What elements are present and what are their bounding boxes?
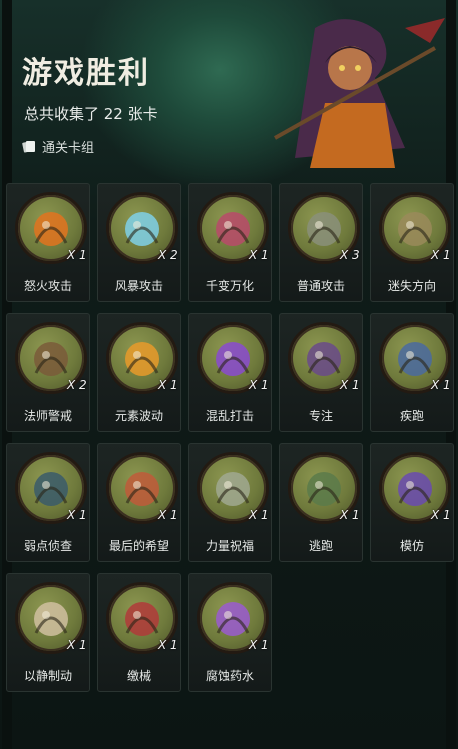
- card-count: X 1: [67, 638, 87, 652]
- deck-label: 通关卡组: [42, 141, 95, 156]
- card-name: 千变万化: [205, 279, 254, 293]
- card-count: X 1: [158, 378, 178, 392]
- card-count: X 1: [158, 638, 178, 652]
- card-name: 模仿: [399, 539, 424, 553]
- skill-card[interactable]: X 2 风暴攻击: [97, 183, 181, 302]
- skill-card[interactable]: X 2 法师警戒: [6, 313, 90, 432]
- cards-collected-summary: 总共收集了 22 张卡: [24, 105, 158, 123]
- card-count: X 1: [431, 508, 451, 522]
- skill-card[interactable]: X 1 以静制动: [6, 573, 90, 692]
- page-title: 游戏胜利: [22, 56, 150, 91]
- skill-card[interactable]: X 1 模仿: [370, 443, 454, 562]
- card-count: X 1: [340, 378, 360, 392]
- card-name: 专注: [308, 409, 333, 423]
- skill-card[interactable]: X 1 疾跑: [370, 313, 454, 432]
- card-name: 风暴攻击: [114, 279, 163, 293]
- card-name: 怒火攻击: [23, 279, 72, 293]
- card-name: 元素波动: [114, 409, 163, 423]
- skill-card[interactable]: X 1 缴械: [97, 573, 181, 692]
- card-count: X 1: [431, 378, 451, 392]
- skill-card[interactable]: X 1 腐蚀药水: [188, 573, 272, 692]
- card-name: 力量祝福: [205, 539, 254, 553]
- card-count: X 3: [340, 248, 360, 262]
- skill-card[interactable]: X 1 千变万化: [188, 183, 272, 302]
- skill-card[interactable]: X 1 逃跑: [279, 443, 363, 562]
- skill-card[interactable]: X 1 怒火攻击: [6, 183, 90, 302]
- card-count: X 1: [431, 248, 451, 262]
- hero-character-illustration: [274, 18, 445, 168]
- card-count: X 2: [67, 378, 87, 392]
- card-name: 最后的希望: [108, 539, 169, 553]
- skill-card[interactable]: X 1 元素波动: [97, 313, 181, 432]
- skill-card[interactable]: X 1 专注: [279, 313, 363, 432]
- card-count: X 1: [158, 508, 178, 522]
- card-name: 普通攻击: [296, 279, 345, 293]
- card-stack-icon: [22, 141, 35, 153]
- card-name: 疾跑: [399, 409, 424, 423]
- card-count: X 1: [249, 508, 269, 522]
- card-count: X 1: [67, 508, 87, 522]
- skill-card[interactable]: X 1 弱点侦查: [6, 443, 90, 562]
- card-name: 逃跑: [308, 539, 333, 553]
- skill-card[interactable]: X 1 最后的希望: [97, 443, 181, 562]
- card-count: X 1: [249, 248, 269, 262]
- card-count: X 1: [249, 638, 269, 652]
- skill-card[interactable]: X 1 迷失方向: [370, 183, 454, 302]
- card-name: 法师警戒: [23, 409, 72, 423]
- skill-card[interactable]: X 1 混乱打击: [188, 313, 272, 432]
- card-name: 缴械: [126, 669, 151, 683]
- card-name: 弱点侦查: [23, 539, 72, 553]
- card-name: 迷失方向: [387, 279, 436, 293]
- card-name: 腐蚀药水: [205, 669, 254, 683]
- deck-button[interactable]: 通关卡组: [22, 137, 94, 156]
- card-count: X 2: [158, 248, 178, 262]
- skill-card[interactable]: X 1 力量祝福: [188, 443, 272, 562]
- card-count: X 1: [67, 248, 87, 262]
- card-name: 以静制动: [23, 669, 72, 683]
- card-count: X 1: [249, 378, 269, 392]
- card-name: 混乱打击: [205, 409, 254, 423]
- skill-card[interactable]: X 3 普通攻击: [279, 183, 363, 302]
- card-count: X 1: [340, 508, 360, 522]
